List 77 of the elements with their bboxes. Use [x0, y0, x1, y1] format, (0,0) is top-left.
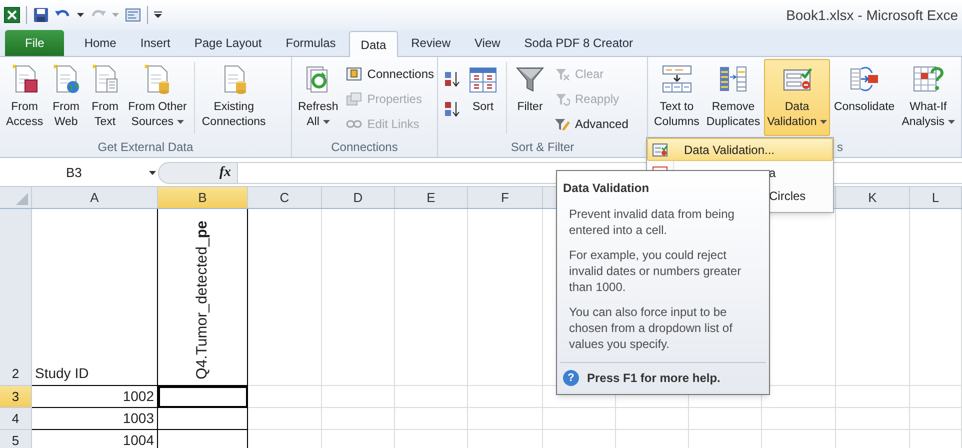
table-cell: 1002 [32, 386, 158, 408]
column-header[interactable]: E [395, 187, 468, 208]
column-header[interactable]: L [910, 187, 962, 208]
form-icon[interactable] [125, 7, 141, 23]
column-header[interactable]: F [468, 187, 543, 208]
customize-toolbar-icon[interactable] [154, 11, 162, 19]
sort-ascending-icon[interactable] [444, 71, 460, 87]
ribbon-tab[interactable]: File [5, 30, 64, 56]
ribbon-tab[interactable]: View [464, 30, 512, 56]
group-label: Sort & Filter [510, 139, 574, 156]
row-header[interactable]: 5 [0, 430, 32, 448]
rotated-cell-text: Q4.Tumor_detected_pe [194, 220, 210, 380]
ribbon-button[interactable]: Consolidate [830, 59, 898, 136]
menu-item[interactable]: Data Validation... [647, 138, 833, 161]
ribbon-tab[interactable]: Review [400, 30, 462, 56]
insert-function-button[interactable]: fx [219, 162, 231, 183]
ribbon-button[interactable]: From Other Sources [125, 59, 190, 136]
help-icon: ? [563, 370, 579, 386]
window-title: Book1.xlsx - Microsoft Exce [786, 6, 958, 24]
ribbon-button: Edit Links [344, 113, 436, 135]
ribbon-button[interactable]: From Access [3, 59, 46, 136]
sort-descending-icon[interactable] [444, 101, 460, 117]
empty-cell [910, 386, 962, 408]
ribbon-button[interactable]: Existing Connections [198, 59, 269, 136]
spreadsheet-logo-icon[interactable] [4, 7, 20, 23]
ribbon-button[interactable]: Advanced [552, 113, 630, 135]
ribbon-button[interactable]: Filter [511, 59, 549, 136]
connections-icon [346, 66, 362, 82]
ribbon-tab[interactable]: Insert [129, 30, 182, 56]
ribbon-button[interactable]: What-If Analysis [898, 59, 958, 136]
menu-item-icon [652, 142, 668, 158]
ribbon-button: Properties [344, 88, 436, 110]
reapply-filter-icon [554, 91, 570, 107]
ribbon-button[interactable]: From Text [86, 59, 124, 136]
table-cell: 1004 [32, 430, 158, 448]
ribbon-button[interactable]: Text to Columns [651, 59, 702, 136]
ribbon-tab[interactable]: Data [348, 31, 398, 57]
name-box[interactable]: B3 [16, 162, 158, 184]
active-cell[interactable] [158, 386, 248, 408]
ribbon-tab[interactable]: Home [73, 30, 128, 56]
clear-filter-icon [554, 66, 570, 82]
save-icon[interactable] [33, 7, 49, 23]
tooltip-text: For example, you could reject invalid dates or numbers greater than 1000. [568, 247, 742, 295]
group-label: Connections [331, 139, 398, 156]
ribbon-tab[interactable]: Formulas [274, 30, 347, 56]
column-header[interactable]: D [322, 187, 395, 208]
ribbon-tab[interactable]: Page Layout [183, 30, 273, 56]
properties-icon [346, 91, 362, 107]
column-header[interactable]: B [158, 187, 248, 208]
column-header[interactable]: C [248, 187, 322, 208]
ribbon-button[interactable]: Remove Duplicates [703, 59, 764, 136]
ribbon-button: Reapply [552, 88, 630, 110]
ribbon-button[interactable]: Refresh All [295, 59, 342, 136]
tooltip-title: Data Validation [563, 180, 650, 197]
advanced-filter-icon [554, 116, 570, 132]
tooltip-text: Prevent invalid data from being entered into a cell. [568, 206, 736, 238]
row-header[interactable]: 3 [0, 386, 32, 408]
ribbon-tab[interactable]: Soda PDF 8 Creator [513, 30, 644, 56]
row-header[interactable]: 4 [0, 408, 32, 430]
ribbon-button[interactable]: From Web [47, 59, 86, 136]
column-header[interactable]: K [836, 187, 910, 208]
ribbon-button: Clear [552, 63, 630, 85]
caret-icon [77, 13, 84, 17]
group-label: s [837, 139, 843, 156]
caret-icon [112, 13, 119, 17]
help-text: Press F1 for more help. [587, 370, 720, 387]
caret-icon [149, 170, 156, 174]
table-cell: Study ID [32, 209, 158, 386]
text-to-columns-icon [660, 63, 693, 95]
tooltip-text: You can also force input to be chosen from a dropdown list of values you specify. [568, 304, 734, 352]
empty-cell [910, 408, 962, 430]
ribbon-button[interactable]: Connections [344, 63, 436, 85]
ribbon-button[interactable]: Sort [464, 59, 502, 136]
row-header[interactable]: 2 [0, 209, 32, 386]
table-cell: 1003 [32, 408, 158, 430]
ribbon-button[interactable]: Data Validation [764, 59, 830, 136]
group-label: Get External Data [98, 139, 194, 156]
